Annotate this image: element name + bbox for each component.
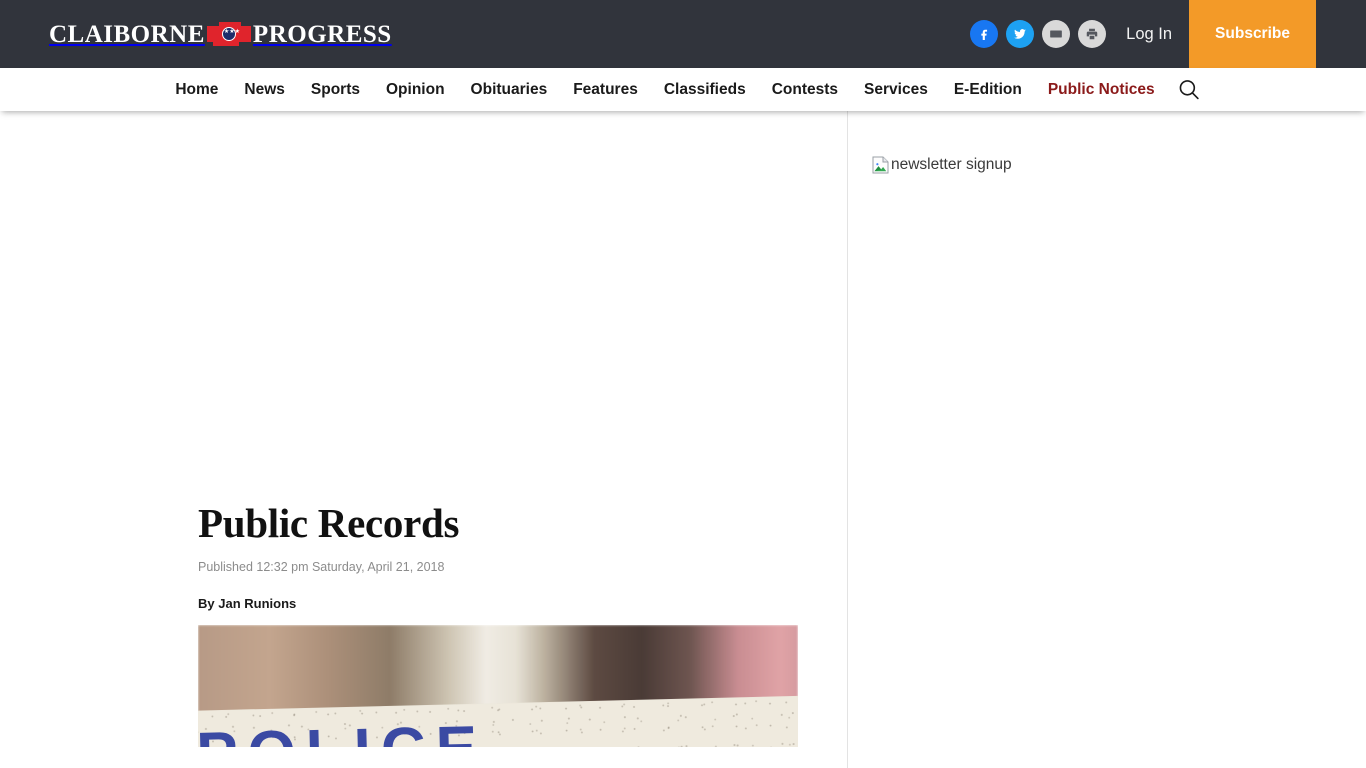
site-masthead: CLAIBORNE ★★★ PROGRESS Log In Subscribe <box>0 0 1366 68</box>
nav-item-features[interactable]: Features <box>560 81 651 99</box>
page-body: Public Records Published 12:32 pm Saturd… <box>0 111 1366 768</box>
print-icon[interactable] <box>1078 20 1107 48</box>
sidebar-column: newsletter signup <box>848 111 1365 768</box>
email-icon[interactable] <box>1042 20 1071 48</box>
article-featured-photo: POLICE <box>198 625 798 748</box>
article-header: Public Records Published 12:32 pm Saturd… <box>0 500 847 612</box>
subscribe-button[interactable]: Subscribe <box>1189 0 1316 68</box>
nav-item-home[interactable]: Home <box>162 81 231 99</box>
nav-item-list: Home News Sports Opinion Obituaries Feat… <box>162 75 1203 105</box>
page-title: Public Records <box>198 500 460 546</box>
header-actions: Log In Subscribe <box>970 0 1366 68</box>
logo-word-progress: PROGRESS <box>252 20 392 48</box>
search-icon[interactable] <box>1174 75 1204 105</box>
site-logo[interactable]: CLAIBORNE ★★★ PROGRESS <box>49 0 392 68</box>
nav-item-services[interactable]: Services <box>851 81 941 99</box>
social-icon-group <box>970 20 1107 48</box>
printer-glyph <box>1086 28 1098 40</box>
photo-police-text: POLICE <box>198 714 488 747</box>
nav-item-classifieds[interactable]: Classifieds <box>651 81 759 99</box>
nav-item-sports[interactable]: Sports <box>298 81 373 99</box>
newsletter-signup-alt-text: newsletter signup <box>891 156 1012 173</box>
broken-image-icon <box>872 156 889 174</box>
article-published-date: Published 12:32 pm Saturday, April 21, 2… <box>198 560 445 575</box>
newsletter-signup-image[interactable]: newsletter signup <box>872 156 1365 174</box>
main-content-column: Public Records Published 12:32 pm Saturd… <box>0 111 848 768</box>
login-link[interactable]: Log In <box>1126 25 1172 44</box>
content-wrapper: Public Records Published 12:32 pm Saturd… <box>0 111 1366 768</box>
twitter-icon[interactable] <box>1006 20 1035 48</box>
nav-item-contests[interactable]: Contests <box>759 81 851 99</box>
nav-item-obituaries[interactable]: Obituaries <box>458 81 561 99</box>
nav-item-opinion[interactable]: Opinion <box>373 81 458 99</box>
tennessee-state-emblem-icon: ★★★ <box>206 22 251 46</box>
article-byline: By Jan Runions <box>198 596 297 612</box>
nav-item-public-notices[interactable]: Public Notices <box>1035 81 1168 99</box>
logo-word-claiborne: CLAIBORNE <box>49 20 205 48</box>
envelope-glyph <box>1050 30 1063 38</box>
top-ad-slot <box>0 111 847 501</box>
facebook-icon[interactable] <box>970 20 999 48</box>
nav-item-e-edition[interactable]: E-Edition <box>941 81 1035 99</box>
nav-item-news[interactable]: News <box>231 81 298 99</box>
facebook-glyph <box>981 29 988 40</box>
primary-navigation: Home News Sports Opinion Obituaries Feat… <box>0 68 1366 111</box>
magnifier-glyph <box>1179 79 1199 99</box>
twitter-glyph <box>1014 29 1027 39</box>
